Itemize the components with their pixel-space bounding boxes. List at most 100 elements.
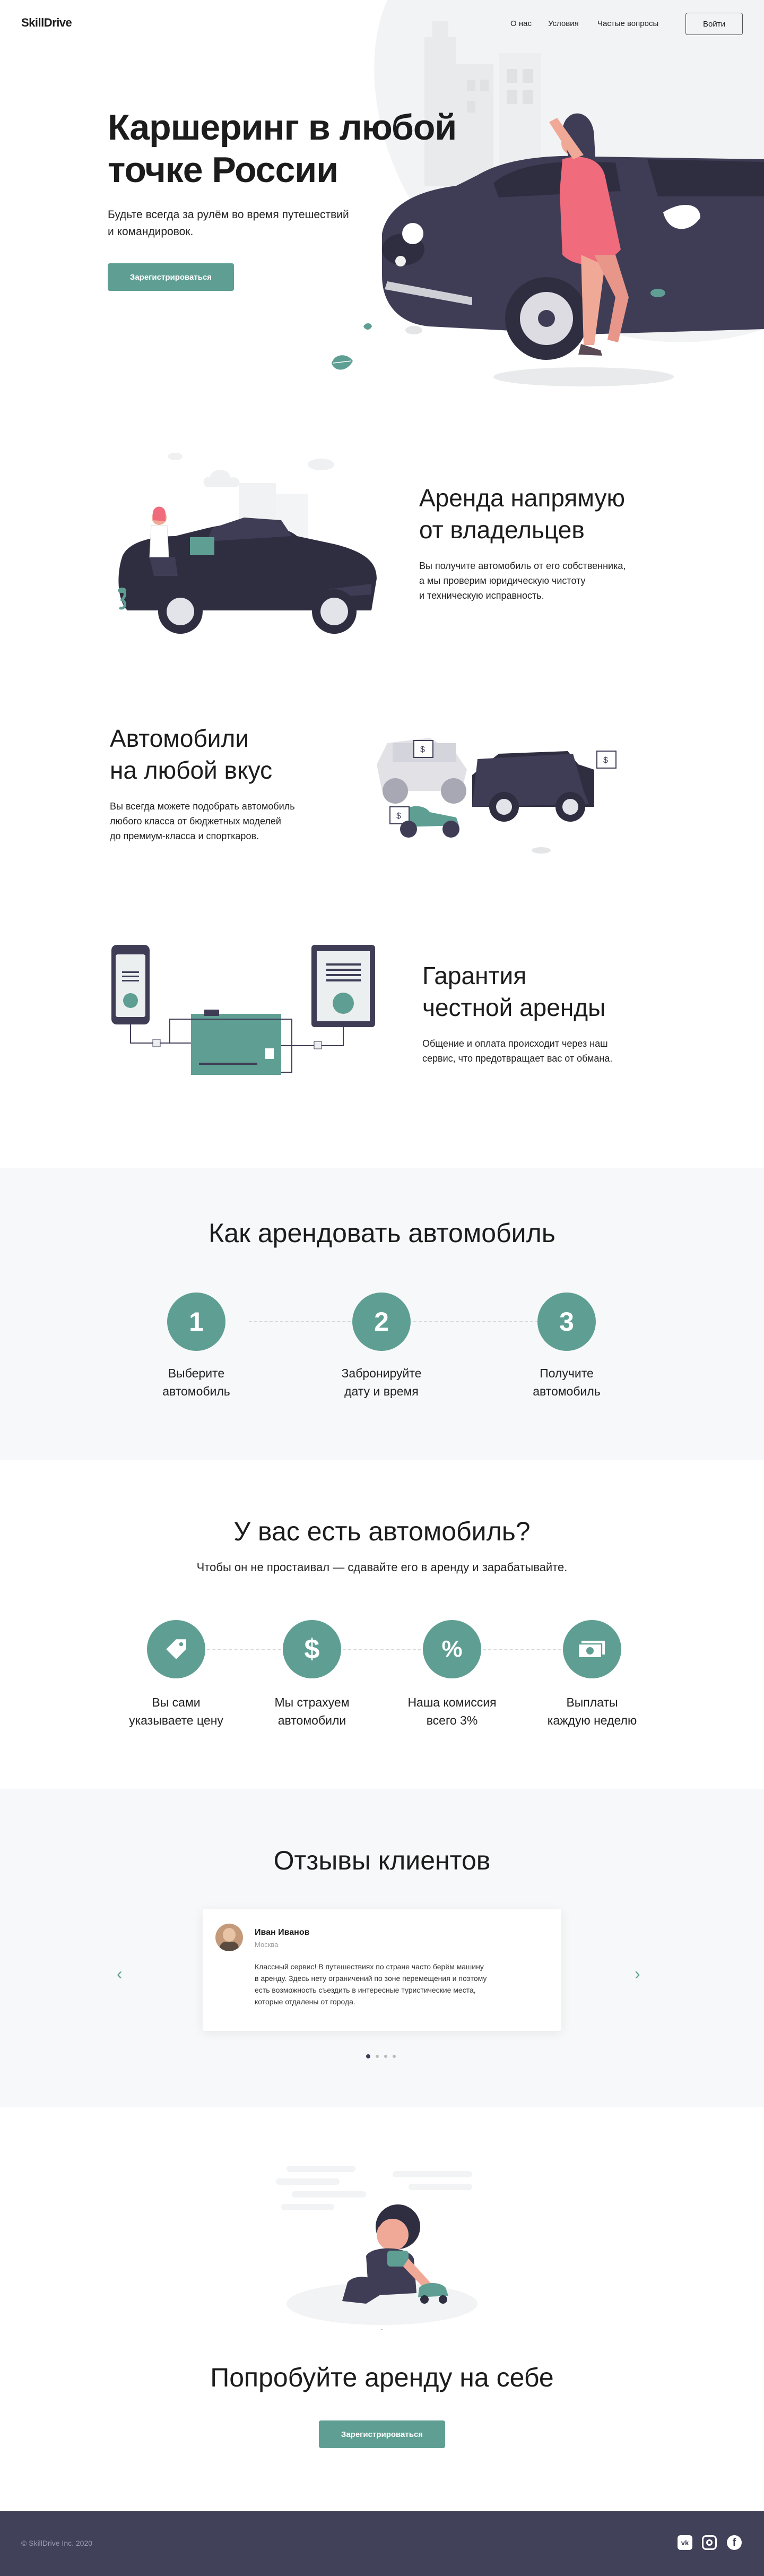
carousel-dot[interactable] (376, 2055, 379, 2058)
facebook-icon[interactable]: f (727, 2535, 742, 2550)
step-2-label-line1: Забронируйте (341, 1366, 422, 1380)
feature-owners-text-line1: Вы получите автомобиль от его собственни… (419, 561, 626, 571)
feature-owners-title-line1: Аренда напрямую (419, 484, 625, 512)
try-section: Попробуйте аренду на себе Зарегистрирова… (0, 2107, 764, 2511)
hero-title-line2: точке России (108, 150, 338, 190)
nav-faq[interactable]: Частые вопросы (597, 19, 658, 28)
avatar (215, 1924, 243, 1951)
step-3-circle: 3 (537, 1293, 596, 1351)
nav-terms[interactable]: Условия (548, 19, 579, 28)
vk-icon[interactable]: vk (678, 2535, 692, 2550)
review-author-city: Москва (255, 1941, 279, 1949)
step-3-label-line1: Получите (540, 1366, 594, 1380)
how-title: Как арендовать автомобиль (209, 1218, 555, 1248)
leaf-icon (332, 355, 353, 370)
step-2-number: 2 (374, 1307, 389, 1337)
dollar-icon: $ (283, 1620, 341, 1678)
item-connector (207, 1649, 281, 1650)
reviews-section: Отзывы клиентов ‹ › Иван Иванов Москва К… (0, 1789, 764, 2107)
instagram-icon[interactable] (702, 2535, 717, 2550)
feature-guarantee-illustration (111, 945, 375, 1075)
step-1-number: 1 (189, 1307, 204, 1337)
feature-variety-text-line1: Вы всегда можете подобрать автомобиль (110, 801, 295, 812)
login-button[interactable]: Войти (685, 13, 743, 35)
feature-variety-illustration: $ $ $ (377, 738, 617, 854)
step-2-circle: 2 (352, 1293, 411, 1351)
review-author-name: Иван Иванов (255, 1928, 310, 1937)
owners-item-2-line2: автомобили (277, 1713, 346, 1727)
next-arrow-icon[interactable]: › (635, 1964, 640, 1984)
owners-item-1-label: Вы сами указываете цену (107, 1693, 245, 1729)
prev-arrow-icon[interactable]: ‹ (117, 1964, 123, 1984)
review-text-line2: в аренду. Здесь нету ограничений по зоне… (255, 1974, 487, 1983)
hero-subtitle: Будьте всегда за рулём во время путешест… (108, 206, 349, 240)
feature-owners-text-line3: и техническую исправность. (419, 590, 544, 601)
hero-subtitle-line2: и командировок. (108, 226, 194, 238)
feature-owners-title-line2: от владельцев (419, 516, 585, 544)
footer-copyright: © SkillDrive Inc. 2020 (21, 2539, 93, 2547)
svg-text:$: $ (420, 745, 425, 754)
owners-item-3-line1: Наша комиссия (407, 1695, 497, 1709)
leaf-small-icon (363, 323, 372, 330)
item-connector (343, 1649, 421, 1650)
hero-subtitle-line1: Будьте всегда за рулём во время путешест… (108, 209, 349, 221)
review-text-line1: Классный сервис! В путешествиях по стран… (255, 1962, 484, 1971)
owners-item-3-line2: всего 3% (426, 1713, 478, 1727)
owners-item-1-line1: Вы сами (152, 1695, 201, 1709)
feature-variety: Автомобили на любой вкус Вы всегда может… (110, 722, 386, 843)
nav-about[interactable]: О нас (510, 19, 532, 28)
step-3-number: 3 (559, 1307, 574, 1337)
carousel-dot[interactable] (393, 2055, 396, 2058)
step-3-label-line2: автомобиль (533, 1384, 601, 1398)
owners-item-4-line1: Выплаты (566, 1695, 618, 1709)
owners-subtitle: Чтобы он не простаивал — сдавайте его в … (196, 1561, 568, 1574)
feature-variety-text: Вы всегда можете подобрать автомобиль лю… (110, 799, 386, 843)
how-section: Как арендовать автомобиль 1 2 3 Выберите… (0, 1168, 764, 1460)
header: SkillDrive О нас Условия Частые вопросы … (0, 0, 764, 48)
feature-variety-text-line2: любого класса от бюджетных моделей (110, 816, 281, 826)
svg-text:$: $ (603, 756, 608, 765)
owners-title: У вас есть автомобиль? (233, 1517, 531, 1546)
carousel-dot-active[interactable] (366, 2054, 370, 2058)
feature-owners: Аренда напрямую от владельцев Вы получит… (419, 482, 695, 603)
review-text-line3: есть возможность съездить в интересные т… (255, 1986, 476, 1994)
footer: © SkillDrive Inc. 2020 vk f (0, 2511, 764, 2576)
feature-variety-title-line2: на любой вкус (110, 756, 273, 784)
owners-item-4-label: Выплаты каждую неделю (523, 1693, 661, 1729)
hero-illustration (374, 0, 764, 386)
step-connector (413, 1321, 539, 1322)
try-title: Попробуйте аренду на себе (210, 2363, 554, 2392)
money-icon (563, 1620, 621, 1678)
carousel-dot[interactable] (384, 2055, 387, 2058)
step-1-circle: 1 (167, 1293, 225, 1351)
hero-title: Каршеринг в любой точке России (108, 106, 479, 191)
feature-owners-illustration (118, 453, 377, 634)
step-3-label: Получите автомобиль (498, 1364, 636, 1400)
feature-guarantee-text-line1: Общение и оплата происходит через наш (422, 1038, 608, 1049)
review-card: Иван Иванов Москва Классный сервис! В пу… (203, 1909, 561, 2031)
step-1-label-line2: автомобиль (162, 1384, 230, 1398)
feature-guarantee-title-line2: честной аренды (422, 994, 606, 1021)
feature-guarantee: Гарантия честной аренды Общение и оплата… (422, 960, 698, 1066)
try-illustration (276, 2166, 478, 2330)
feature-guarantee-text: Общение и оплата происходит через наш се… (422, 1036, 698, 1066)
owners-item-2-line1: Мы страхуем (274, 1695, 350, 1709)
feature-owners-text: Вы получите автомобиль от его собственни… (419, 558, 695, 603)
owners-item-3-label: Наша комиссия всего 3% (383, 1693, 521, 1729)
hero-register-button[interactable]: Зарегистрироваться (108, 263, 234, 291)
tag-icon (147, 1620, 205, 1678)
feature-guarantee-title-line1: Гарантия (422, 962, 527, 989)
item-connector (483, 1649, 561, 1650)
step-1-label-line1: Выберите (168, 1366, 225, 1380)
hero-title-line1: Каршеринг в любой (108, 107, 457, 148)
review-text: Классный сервис! В путешествиях по стран… (255, 1961, 487, 2008)
owners-item-4-line2: каждую неделю (547, 1713, 637, 1727)
step-2-label: Забронируйте дату и время (312, 1364, 450, 1400)
try-register-button[interactable]: Зарегистрироваться (319, 2420, 445, 2448)
owners-section: У вас есть автомобиль? Чтобы он не прост… (0, 1460, 764, 1789)
logo[interactable]: SkillDrive (21, 16, 72, 30)
review-text-line4: которые отдалены от города. (255, 1997, 355, 2006)
feature-variety-text-line3: до премиум-класса и спорткаров. (110, 831, 259, 841)
step-2-label-line2: дату и время (344, 1384, 419, 1398)
feature-owners-text-line2: а мы проверим юридическую чистоту (419, 575, 586, 586)
